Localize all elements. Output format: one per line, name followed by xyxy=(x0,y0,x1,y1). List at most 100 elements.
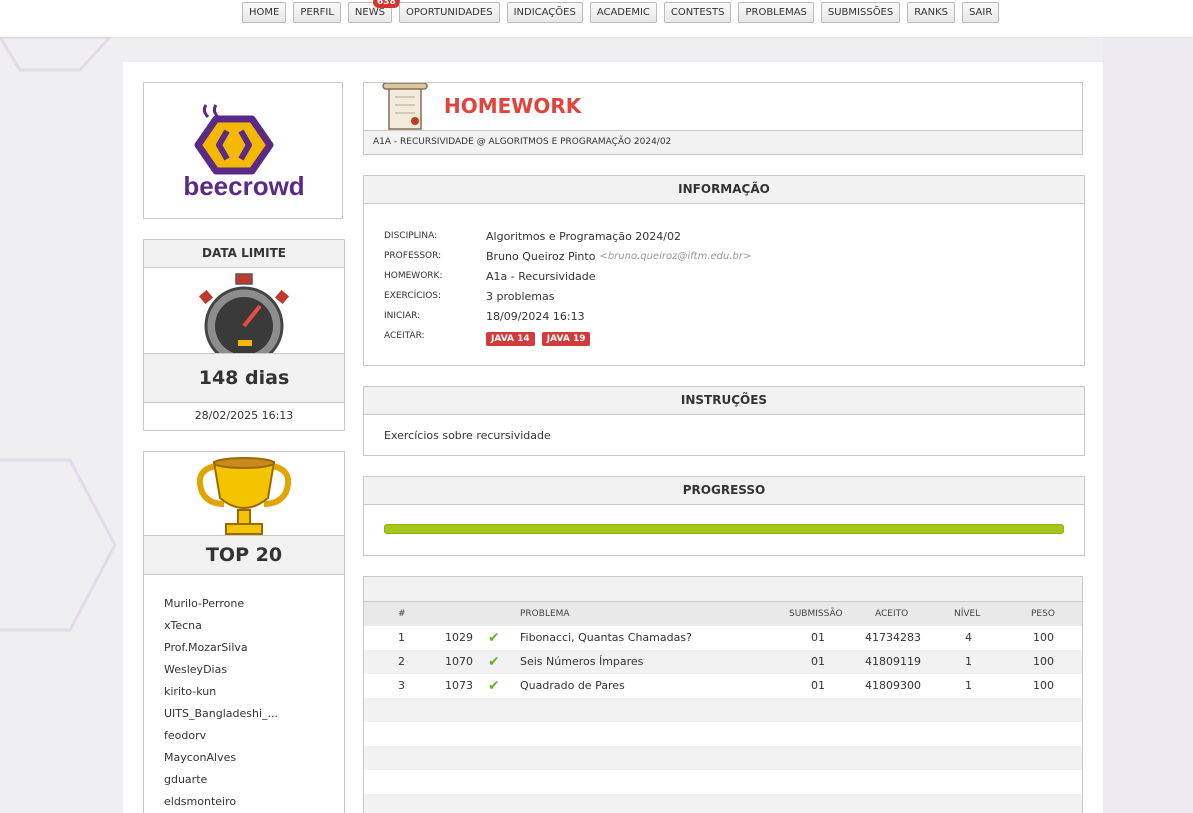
nav-menu: HOME PERFIL NEWS 638 OPORTUNIDADES INDICA… xyxy=(242,0,1000,23)
accepted-run-link[interactable]: 41809119 xyxy=(865,650,921,674)
problem-name-link[interactable]: Seis Números Ímpares xyxy=(520,650,643,674)
nav-perfil-button[interactable]: PERFIL xyxy=(293,2,341,23)
problem-level: 1 xyxy=(965,679,972,692)
nav-contests-label: CONTESTS xyxy=(670,7,725,18)
col-header-problem: PROBLEMA xyxy=(520,609,570,619)
problem-id-link[interactable]: 1073 xyxy=(445,674,473,698)
news-count-badge: 638 xyxy=(372,0,400,8)
top-user-link[interactable]: eldsmonteiro xyxy=(164,791,344,813)
problems-table: # PROBLEMA SUBMISSÃO ACEITO NÍVEL PESO 1… xyxy=(363,576,1083,813)
problem-level: 4 xyxy=(965,631,972,644)
nav-home-button[interactable]: HOME xyxy=(242,2,287,23)
logo-text: beecrowd xyxy=(183,171,304,201)
table-row[interactable]: 3 1073 ✔ Quadrado de Pares 01 41809300 1… xyxy=(364,674,1082,698)
deadline-date: 28/02/2025 16:13 xyxy=(194,409,294,422)
problem-level: 1 xyxy=(965,655,972,668)
submission-count: 01 xyxy=(811,655,825,668)
info-label: PROFESSOR: xyxy=(384,251,442,261)
scroll-icon xyxy=(382,83,428,130)
problem-name-link[interactable]: Fibonacci, Quantas Chamadas? xyxy=(520,626,692,650)
instructions-title: INSTRUÇÕES xyxy=(364,387,1084,415)
instructions-text: Exercícios sobre recursividade xyxy=(384,429,551,442)
problem-weight: 100 xyxy=(1033,655,1054,668)
nav-news-button[interactable]: NEWS 638 xyxy=(347,0,400,23)
homework-header: HOMEWORK A1A - RECURSIVIDADE @ ALGORITMO… xyxy=(363,82,1083,155)
accepted-run-link[interactable]: 41809300 xyxy=(865,674,921,698)
nav-ranks-button[interactable]: RANKS xyxy=(907,2,956,23)
accepted-check-icon: ✔ xyxy=(488,654,500,670)
info-label: DISCIPLINA: xyxy=(384,231,438,241)
nav-indicacoes-button[interactable]: INDICAÇÕES xyxy=(506,2,583,23)
top-user-link[interactable]: WesleyDias xyxy=(164,659,344,681)
info-row-exercises: EXERCÍCIOS: 3 problemas xyxy=(384,286,1084,306)
accepted-run-link[interactable]: 41734283 xyxy=(865,626,921,650)
info-label: ACEITAR: xyxy=(384,331,425,341)
top-user-link[interactable]: gduarte xyxy=(164,769,344,791)
table-row[interactable]: 2 1070 ✔ Seis Números Ímpares 01 4180911… xyxy=(364,650,1082,674)
top-user-link[interactable]: Murilo-Perrone xyxy=(164,593,344,615)
progress-title: PROGRESSO xyxy=(364,477,1084,505)
row-num: 2 xyxy=(398,655,405,668)
info-label: INICIAR: xyxy=(384,311,421,321)
deadline-box: DATA LIMITE 148 dias 28/02/2025 16:13 xyxy=(143,239,345,431)
col-header-num: # xyxy=(398,609,406,619)
submission-count: 01 xyxy=(811,679,825,692)
info-label: HOMEWORK: xyxy=(384,271,443,281)
problem-name-link[interactable]: Quadrado de Pares xyxy=(520,674,625,698)
nav-academic-label: ACADEMIC xyxy=(596,7,650,18)
nav-indicacoes-label: INDICAÇÕES xyxy=(513,7,576,18)
empty-row xyxy=(364,794,1082,813)
top20-title: TOP 20 xyxy=(144,535,344,575)
empty-row xyxy=(364,746,1082,770)
nav-contests-button[interactable]: CONTESTS xyxy=(663,2,732,23)
top-user-link[interactable]: MayconAlves xyxy=(164,747,344,769)
info-value: 3 problemas xyxy=(486,289,555,303)
nav-oportunidades-label: OPORTUNIDADES xyxy=(405,7,493,18)
info-value: Bruno Queiroz Pinto xyxy=(486,249,596,263)
top-navigation-bar: HOME PERFIL NEWS 638 OPORTUNIDADES INDICA… xyxy=(0,0,1193,37)
top20-list: Murilo-Perrone xTecna Prof.MozarSilva We… xyxy=(144,575,344,813)
info-value: Algoritmos e Programação 2024/02 xyxy=(486,229,681,243)
info-title: INFORMAÇÃO xyxy=(364,176,1084,204)
top-user-link[interactable]: Prof.MozarSilva xyxy=(164,637,344,659)
homework-subtitle: A1A - RECURSIVIDADE @ ALGORITMOS E PROGR… xyxy=(364,130,1082,154)
col-header-submission: SUBMISSÃO xyxy=(789,609,843,619)
col-header-weight: PESO xyxy=(1031,609,1055,619)
top-user-link[interactable]: xTecna xyxy=(164,615,344,637)
top-user-link[interactable]: feodorv xyxy=(164,725,344,747)
nav-sair-button[interactable]: SAIR xyxy=(962,2,1000,23)
row-num: 3 xyxy=(398,679,405,692)
info-rows: DISCIPLINA: Algoritmos e Programação 202… xyxy=(364,204,1084,346)
deadline-title: DATA LIMITE xyxy=(144,240,344,268)
nav-sair-label: SAIR xyxy=(969,7,993,18)
top-user-link[interactable]: UITS_Bangladeshi_... xyxy=(164,703,344,725)
nav-problemas-button[interactable]: PROBLEMAS xyxy=(738,2,814,23)
beecrowd-logo-icon: beecrowd xyxy=(183,104,305,201)
nav-academic-button[interactable]: ACADEMIC xyxy=(589,2,657,23)
info-row-homework: HOMEWORK: A1a - Recursividade xyxy=(384,266,1084,286)
problem-weight: 100 xyxy=(1033,631,1054,644)
progress-fill xyxy=(384,524,1064,534)
nav-problemas-label: PROBLEMAS xyxy=(745,7,807,18)
problem-id-link[interactable]: 1070 xyxy=(445,650,473,674)
table-row[interactable]: 1 1029 ✔ Fibonacci, Quantas Chamadas? 01… xyxy=(364,626,1082,650)
trophy-icon xyxy=(144,452,344,535)
logo-box[interactable]: beecrowd xyxy=(143,82,343,219)
info-row-professor: PROFESSOR: Bruno Queiroz Pinto <bruno.qu… xyxy=(384,246,1084,266)
accepted-check-icon: ✔ xyxy=(488,678,500,694)
nav-submissoes-button[interactable]: SUBMISSÕES xyxy=(820,2,901,23)
stopwatch-icon xyxy=(144,268,344,353)
nav-submissoes-label: SUBMISSÕES xyxy=(827,7,894,18)
nav-ranks-label: RANKS xyxy=(914,7,949,18)
language-badges: JAVA 14 JAVA 19 xyxy=(486,326,592,346)
top-user-link[interactable]: kirito-kun xyxy=(164,681,344,703)
problem-id-link[interactable]: 1029 xyxy=(445,626,473,650)
main-panel: beecrowd DATA LIMITE 148 dias 28/02/2025… xyxy=(123,62,1103,813)
submission-count: 01 xyxy=(811,631,825,644)
homework-title: HOMEWORK xyxy=(444,94,582,118)
language-badge: JAVA 19 xyxy=(541,332,591,346)
info-label: EXERCÍCIOS: xyxy=(384,291,442,301)
table-top-bar xyxy=(364,577,1082,602)
progress-box: PROGRESSO xyxy=(363,476,1085,556)
nav-oportunidades-button[interactable]: OPORTUNIDADES xyxy=(398,2,500,23)
